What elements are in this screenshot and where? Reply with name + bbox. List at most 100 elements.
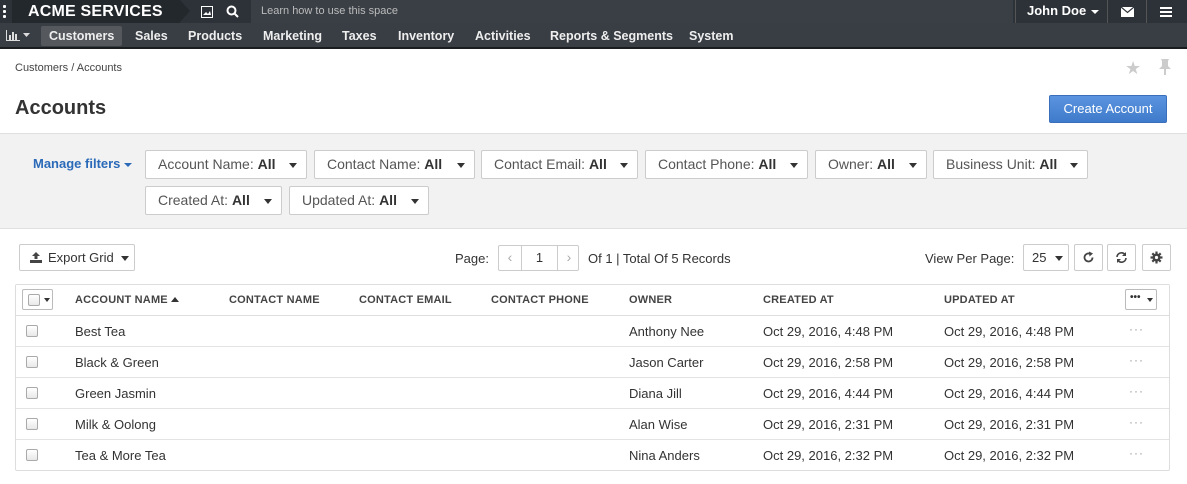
row-checkbox[interactable] [26,418,38,430]
learn-link[interactable]: Learn how to use this space [251,0,1013,23]
chevron-down-icon [1147,298,1153,302]
created-at: Oct 29, 2016, 2:31 PM [763,417,894,432]
menu-system[interactable]: System [681,26,741,46]
reset-button[interactable] [1107,244,1136,271]
apps-menu-icon[interactable] [3,5,7,18]
account-name: Black & Green [75,355,159,370]
next-page-icon[interactable]: › [558,246,580,270]
created-at: Oct 29, 2016, 4:48 PM [763,324,894,339]
filter-account-name[interactable]: Account Name: All [145,150,307,179]
filter-business-unit[interactable]: Business Unit: All [933,150,1088,179]
owner: Diana Jill [629,386,682,401]
chevron-down-icon [620,163,628,168]
create-account-button[interactable]: Create Account [1049,95,1167,123]
grid-settings-button[interactable] [1142,244,1171,271]
row-actions-icon[interactable]: ··· [1129,353,1144,367]
pager: ‹ 1 › [498,245,579,271]
column-contact-name[interactable]: CONTACT NAME [229,294,320,306]
row-actions-icon[interactable]: ··· [1129,446,1144,460]
table-row[interactable]: Best Tea Anthony Nee Oct 29, 2016, 4:48 … [16,316,1169,347]
table-row[interactable]: Green Jasmin Diana Jill Oct 29, 2016, 4:… [16,378,1169,409]
owner: Alan Wise [629,417,688,432]
per-page-select[interactable]: 25 [1023,244,1069,271]
page-input[interactable]: 1 [521,246,558,270]
row-actions-icon[interactable]: ··· [1129,322,1144,336]
filter-bar: Manage filters Account Name: All Contact… [0,133,1187,229]
column-contact-email[interactable]: CONTACT EMAIL [359,294,452,306]
menu-products[interactable]: Products [180,26,250,46]
table-row[interactable]: Black & Green Jason Carter Oct 29, 2016,… [16,347,1169,378]
column-owner[interactable]: OWNER [629,294,672,306]
account-name: Best Tea [75,324,126,339]
chevron-down-icon [909,163,917,168]
column-contact-phone[interactable]: CONTACT PHONE [491,294,589,306]
updated-at: Oct 29, 2016, 2:32 PM [944,448,1075,463]
menu-inventory[interactable]: Inventory [390,26,462,46]
menu-reports-segments[interactable]: Reports & Segments [542,26,681,46]
created-at: Oct 29, 2016, 2:58 PM [763,355,894,370]
table-row[interactable]: Tea & More Tea Nina Anders Oct 29, 2016,… [16,440,1169,471]
breadcrumb[interactable]: Customers / Accounts [15,62,122,74]
page-label: Page: [455,251,489,266]
page-title: Accounts [15,97,107,119]
mail-icon[interactable] [1115,0,1139,23]
star-icon[interactable]: ★ [1125,58,1141,79]
chevron-down-icon [1091,9,1100,14]
export-grid-button[interactable]: Export Grid [19,244,135,271]
owner: Jason Carter [629,355,704,370]
manage-filters-button[interactable]: Manage filters [33,156,133,171]
top-bar: ACME SERVICES Learn how to use this spac… [0,0,1187,23]
row-checkbox[interactable] [26,356,38,368]
refresh-button[interactable] [1074,244,1103,271]
column-created-at[interactable]: CREATED AT [763,294,834,306]
column-manager-button[interactable]: ••• [1125,289,1157,310]
hamburger-icon[interactable] [1154,0,1178,23]
user-menu[interactable]: John Doe [1015,0,1107,23]
chevron-down-icon [121,256,129,261]
filter-label: Account Name: [158,156,254,172]
chevron-down-icon [1070,163,1078,168]
filter-contact-phone[interactable]: Contact Phone: All [645,150,808,179]
row-checkbox[interactable] [26,325,38,337]
filter-value: All [588,156,607,172]
select-all-checkbox[interactable] [28,294,40,306]
menu-activities[interactable]: Activities [467,26,539,46]
filter-value: All [231,192,250,208]
row-checkbox[interactable] [26,387,38,399]
updated-at: Oct 29, 2016, 2:58 PM [944,355,1075,370]
filter-value: All [424,156,443,172]
row-actions-icon[interactable]: ··· [1129,415,1144,429]
brand-logo[interactable]: ACME SERVICES [12,0,190,23]
manage-filters-label: Manage filters [33,156,121,171]
prev-page-icon[interactable]: ‹ [499,246,521,270]
column-updated-at[interactable]: UPDATED AT [944,294,1015,306]
column-label: ACCOUNT NAME [75,294,168,306]
image-icon[interactable] [195,0,219,23]
owner: Nina Anders [629,448,700,463]
menu-marketing[interactable]: Marketing [255,26,330,46]
table-row[interactable]: Milk & Oolong Alan Wise Oct 29, 2016, 2:… [16,409,1169,440]
column-account-name[interactable]: ACCOUNT NAME [75,294,179,306]
accounts-grid: ACCOUNT NAME CONTACT NAME CONTACT EMAIL … [15,284,1170,471]
chevron-down-icon [289,163,297,168]
created-at: Oct 29, 2016, 4:44 PM [763,386,894,401]
filter-updated-at[interactable]: Updated At: All [289,186,429,215]
chevron-down-icon [457,163,465,168]
menu-sales[interactable]: Sales [127,26,176,46]
filter-owner[interactable]: Owner: All [815,150,927,179]
filter-created-at[interactable]: Created At: All [145,186,282,215]
record-count: Of 1 | Total Of 5 Records [588,251,731,266]
grid-header: ACCOUNT NAME CONTACT NAME CONTACT EMAIL … [16,285,1169,316]
filter-contact-email[interactable]: Contact Email: All [481,150,638,179]
row-actions-icon[interactable]: ··· [1129,384,1144,398]
menu-customers[interactable]: Customers [41,26,123,46]
filter-contact-name[interactable]: Contact Name: All [314,150,475,179]
select-all-dropdown[interactable] [22,289,53,310]
search-icon[interactable] [220,0,244,23]
dashboard-chart-icon[interactable] [0,23,36,47]
sort-up-icon [170,297,179,302]
more-icon: ••• [1130,292,1141,303]
menu-taxes[interactable]: Taxes [334,26,385,46]
pin-icon[interactable] [1158,58,1172,79]
row-checkbox[interactable] [26,449,38,461]
